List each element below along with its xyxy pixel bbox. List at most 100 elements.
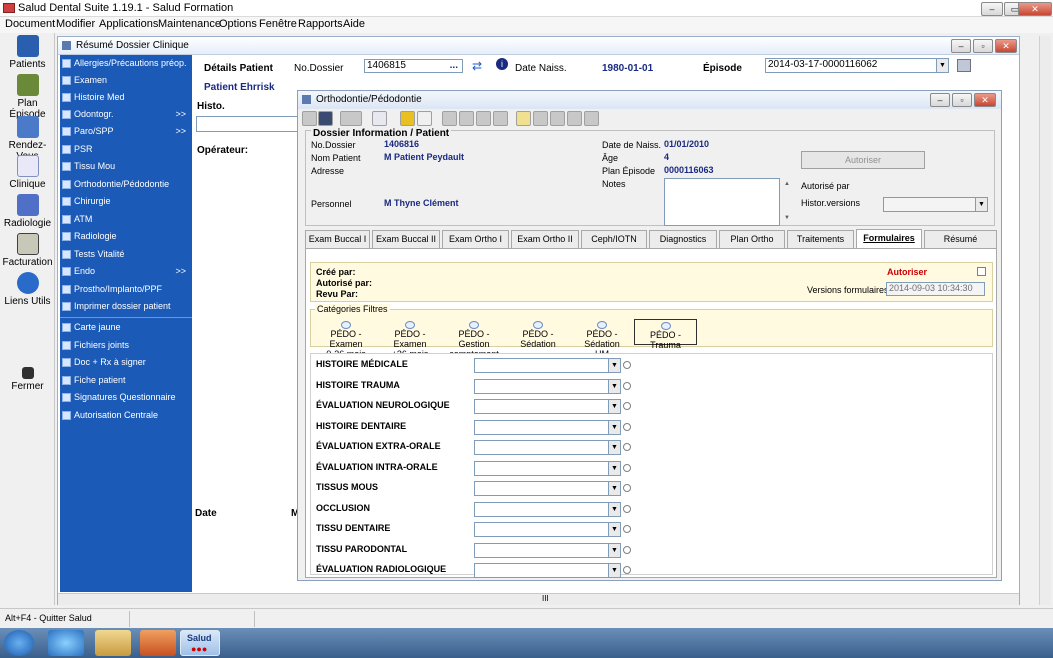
browse-dossier-button[interactable]: ... <box>450 60 458 71</box>
autoriser-checkbox[interactable] <box>977 267 986 276</box>
form-select-histoire-dentaire[interactable]: ▼ <box>474 420 621 435</box>
tool2-icon[interactable] <box>459 111 474 126</box>
menu-maintenance[interactable]: Maintenance <box>158 18 221 30</box>
form-radio[interactable] <box>623 402 631 410</box>
resume-minimize-button[interactable]: – <box>951 39 971 53</box>
nav-item-histoire-med[interactable]: Histoire Med <box>60 89 192 106</box>
form-radio[interactable] <box>623 546 631 554</box>
tab-resume-formulaires[interactable]: Résumé Formulaires <box>924 230 997 261</box>
autoriser-button[interactable]: Autoriser <box>801 151 925 169</box>
histo-field[interactable] <box>196 116 298 132</box>
ortho-close-button[interactable]: ✕ <box>974 93 996 107</box>
minimize-button[interactable]: – <box>981 2 1003 16</box>
doc-icon[interactable] <box>533 111 548 126</box>
tab-exam-buccal-1[interactable]: Exam Buccal I <box>305 230 370 248</box>
filter-pedo-sedation[interactable]: PÉDO - Sédation <box>507 321 569 349</box>
nav-item-tissu-mou[interactable]: Tissu Mou <box>60 158 192 175</box>
menu-applications[interactable]: Applications <box>99 18 158 30</box>
tab-plan-ortho[interactable]: Plan Ortho <box>719 230 785 248</box>
tool4-icon[interactable] <box>493 111 508 126</box>
form-radio[interactable] <box>623 443 631 451</box>
form-select-occlusion[interactable]: ▼ <box>474 502 621 517</box>
ortho-minimize-button[interactable]: – <box>930 93 950 107</box>
autoriser-link[interactable]: Autoriser <box>887 267 927 277</box>
menu-aide[interactable]: Aide <box>343 18 365 30</box>
liens-utils-button[interactable]: Liens Utils <box>0 272 55 307</box>
scroll-down-icon[interactable]: ▼ <box>784 215 790 221</box>
episode-select[interactable]: 2014-03-17-0000116062 ▼ <box>765 58 949 73</box>
resume-restore-button[interactable]: ▫ <box>973 39 993 53</box>
tab-exam-ortho-1[interactable]: Exam Ortho I <box>442 230 509 248</box>
tools-icon[interactable] <box>957 59 971 72</box>
edit-icon[interactable] <box>584 111 599 126</box>
menu-options[interactable]: Options <box>219 18 257 30</box>
nav-item-radiologie[interactable]: Radiologie <box>60 228 192 245</box>
tab-traitements[interactable]: Traitements <box>787 230 854 248</box>
tab-exam-buccal-2[interactable]: Exam Buccal II <box>372 230 440 248</box>
fermer-button[interactable]: Fermer <box>0 367 55 392</box>
explorer-icon[interactable] <box>95 630 131 656</box>
info-icon[interactable]: i <box>496 58 508 70</box>
form-radio[interactable] <box>623 361 631 369</box>
form-select-evaluation-extra-orale[interactable]: ▼ <box>474 440 621 455</box>
nav-item-orthodontie[interactable]: Orthodontie/Pédodontie <box>60 176 192 193</box>
salud-task-button[interactable]: Salud ●●● <box>180 630 220 656</box>
menu-fenetre[interactable]: Fenêtre <box>259 18 297 30</box>
nav-item-prostho[interactable]: Prostho/Implanto/PPF <box>60 281 192 298</box>
menu-rapports[interactable]: Rapports <box>298 18 343 30</box>
nav-item-psr[interactable]: PSR <box>60 141 192 158</box>
patients-button[interactable]: Patients <box>0 35 55 70</box>
form-radio[interactable] <box>623 525 631 533</box>
nav-item-autorisation[interactable]: Autorisation Centrale <box>60 407 192 424</box>
nav-item-fiche-patient[interactable]: Fiche patient <box>60 372 192 389</box>
ortho-restore-button[interactable]: ▫ <box>952 93 972 107</box>
form-select-tissu-parodontal[interactable]: ▼ <box>474 543 621 558</box>
form-select-evaluation-intra-orale[interactable]: ▼ <box>474 461 621 476</box>
scroll-up-icon[interactable]: ▲ <box>784 181 790 187</box>
nav-item-carte-jaune[interactable]: Carte jaune <box>60 319 192 336</box>
new-icon[interactable] <box>302 111 317 126</box>
resume-close-button[interactable]: ✕ <box>995 39 1017 53</box>
clinique-button[interactable]: Clinique <box>0 155 55 190</box>
filter-pedo-trauma[interactable]: PÉDO - Trauma <box>634 319 697 350</box>
resume-horizontal-scrollbar[interactable]: III <box>58 593 1019 605</box>
form-select-tissus-mous[interactable]: ▼ <box>474 481 621 496</box>
form-select-evaluation-radiologique[interactable]: ▼ <box>474 563 621 578</box>
tab-diagnostics[interactable]: Diagnostics <box>649 230 717 248</box>
main-vertical-scrollbar[interactable] <box>1039 36 1051 605</box>
radiologie-button[interactable]: Radiologie <box>0 194 55 229</box>
ie-icon[interactable] <box>48 630 84 656</box>
form-radio[interactable] <box>623 484 631 492</box>
nav-item-endo[interactable]: Endo >> <box>60 263 192 280</box>
nav-item-odontogr[interactable]: Odontogr. >> <box>60 106 192 123</box>
menu-modifier[interactable]: Modifier <box>56 18 95 30</box>
copy-icon[interactable] <box>550 111 565 126</box>
nav-item-signatures[interactable]: Signatures Questionnaire <box>60 389 192 406</box>
form-select-histoire-medicale[interactable]: ▼ <box>474 358 621 373</box>
nav-item-tests-vitalite[interactable]: Tests Vitalité <box>60 246 192 263</box>
plan-episode-button[interactable]: Plan Épisode <box>0 74 55 120</box>
nav-item-fichiers-joints[interactable]: Fichiers joints <box>60 337 192 354</box>
no-dossier-field[interactable]: 1406815 ... <box>364 59 463 73</box>
key-icon[interactable] <box>516 111 531 126</box>
refresh-icon[interactable]: ⇄ <box>472 59 482 73</box>
tool1-icon[interactable] <box>442 111 457 126</box>
form-radio[interactable] <box>623 505 631 513</box>
start-button[interactable] <box>4 630 34 656</box>
save-icon[interactable] <box>318 111 333 126</box>
tab-formulaires[interactable]: Formulaires <box>856 229 922 249</box>
nav-item-atm[interactable]: ATM <box>60 211 192 228</box>
undo-icon[interactable] <box>372 111 387 126</box>
form-radio[interactable] <box>623 464 631 472</box>
close-button[interactable]: ✕ <box>1018 2 1052 16</box>
tab-exam-ortho-2[interactable]: Exam Ortho II <box>511 230 579 248</box>
menu-document[interactable]: Document <box>5 18 55 30</box>
versions-select[interactable]: 2014-09-03 10:34:30 <box>886 282 985 296</box>
nav-item-doc-rx[interactable]: Doc + Rx à signer <box>60 354 192 371</box>
print-icon[interactable] <box>340 111 362 126</box>
histor-versions-select[interactable]: ▼ <box>883 197 988 212</box>
nav-item-paro-spp[interactable]: Paro/SPP >> <box>60 123 192 140</box>
notes-field[interactable] <box>664 178 780 226</box>
nav-item-allergies[interactable]: Allergies/Précautions préop. <box>60 55 192 72</box>
nav-item-imprimer[interactable]: Imprimer dossier patient <box>60 298 192 315</box>
